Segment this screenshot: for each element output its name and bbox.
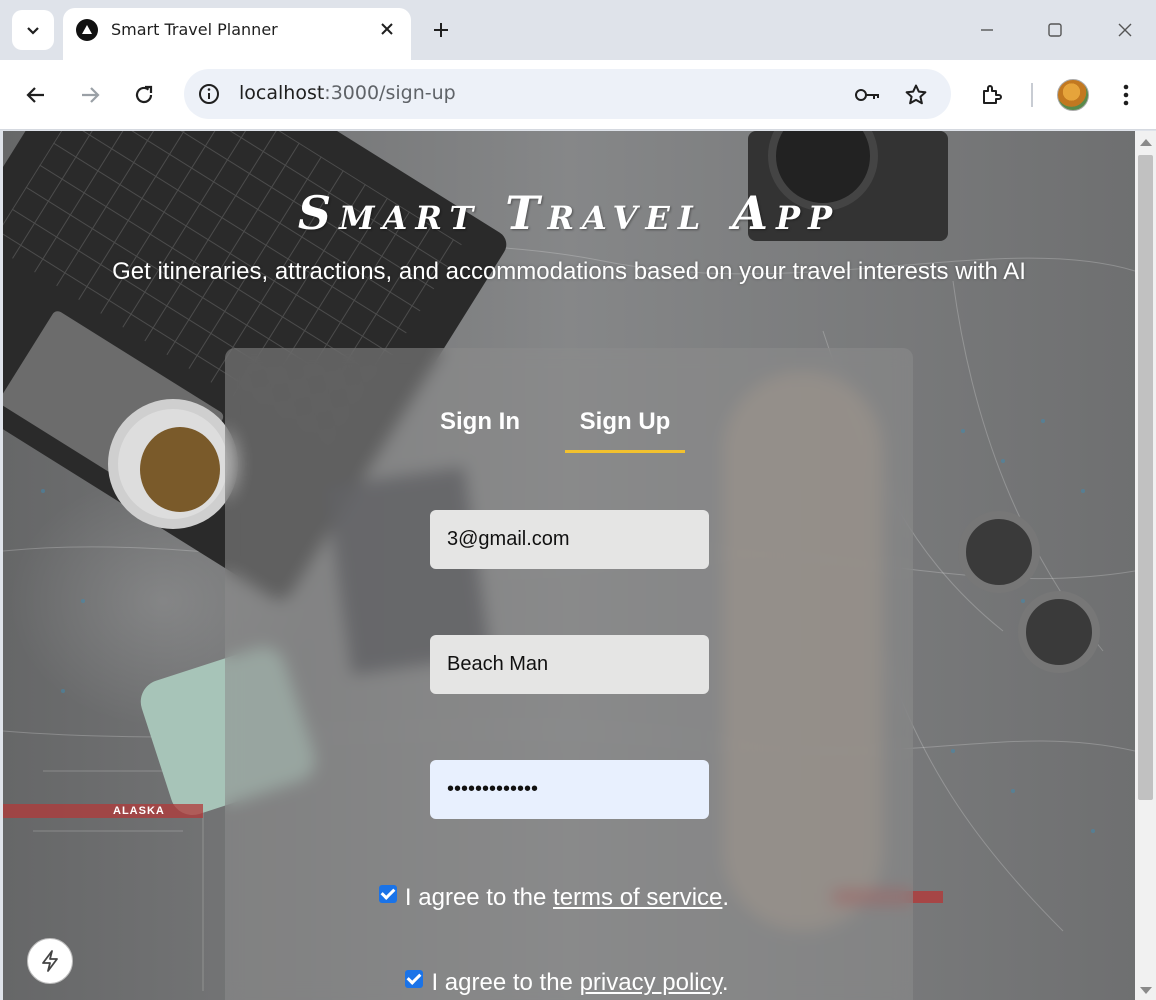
email-field[interactable]	[430, 510, 709, 569]
tab-title: Smart Travel Planner	[111, 20, 278, 39]
browser-toolbar: localhost:3000/sign-up	[0, 60, 1156, 130]
lightning-bolt-icon	[42, 950, 58, 972]
tab-search-button[interactable]	[12, 10, 54, 50]
address-bar[interactable]: localhost:3000/sign-up	[184, 69, 951, 119]
url-path: :3000/sign-up	[324, 82, 456, 104]
coffee-mug-image	[108, 399, 238, 529]
toolbar-divider	[1031, 83, 1033, 107]
reload-button[interactable]	[126, 77, 162, 113]
password-field[interactable]	[430, 760, 709, 819]
terms-prefix: I agree to the	[404, 884, 554, 911]
app-subtitle: Get itineraries, attractions, and accomm…	[112, 258, 1026, 285]
privacy-policy-link[interactable]: privacy policy	[580, 969, 722, 996]
terms-checkbox[interactable]	[378, 885, 397, 903]
close-window-button[interactable]	[1109, 14, 1141, 46]
profile-avatar[interactable]	[1057, 79, 1089, 111]
app-favicon-icon	[76, 19, 98, 41]
auth-card: Sign In Sign Up I agree to the terms of …	[225, 348, 913, 1000]
privacy-agreement: I agree to the privacy policy.	[223, 969, 911, 997]
tab-sign-in[interactable]: Sign In	[425, 403, 535, 453]
password-key-icon[interactable]	[854, 81, 882, 109]
sunglasses-left-lens-image	[958, 511, 1040, 593]
more-menu-icon[interactable]	[1108, 77, 1144, 113]
privacy-suffix: .	[721, 969, 729, 996]
terms-agreement: I agree to the terms of service.	[210, 884, 898, 912]
app-title: Smart Travel App	[297, 186, 841, 240]
terms-suffix: .	[722, 884, 730, 911]
close-tab-icon[interactable]	[375, 17, 399, 41]
maximize-icon	[1048, 23, 1062, 37]
reload-icon	[135, 85, 153, 104]
map-red-band	[3, 804, 203, 818]
plus-icon	[434, 23, 448, 37]
name-field[interactable]	[430, 635, 709, 694]
privacy-checkbox[interactable]	[405, 970, 424, 988]
arrow-left-icon	[26, 87, 44, 103]
map-label-alaska: ALASKA	[113, 805, 165, 817]
new-tab-button[interactable]	[425, 14, 457, 46]
tab-strip: Smart Travel Planner	[0, 0, 1156, 60]
close-icon	[1118, 23, 1132, 37]
back-button[interactable]	[18, 77, 54, 113]
tab-sign-up[interactable]: Sign Up	[565, 403, 685, 453]
scroll-up-arrow-icon[interactable]	[1140, 139, 1152, 146]
minimize-button[interactable]	[971, 14, 1003, 46]
forward-button[interactable]	[72, 77, 108, 113]
minimize-icon	[981, 29, 993, 31]
browser-tab[interactable]: Smart Travel Planner	[63, 8, 411, 60]
scroll-thumb[interactable]	[1138, 155, 1153, 800]
extensions-icon[interactable]	[974, 77, 1010, 113]
scroll-down-arrow-icon[interactable]	[1140, 987, 1152, 994]
site-info-icon[interactable]	[196, 81, 222, 107]
url-text[interactable]: localhost:3000/sign-up	[239, 82, 456, 104]
page-viewport: ALASKA Smart Travel App Get itineraries,…	[3, 131, 1135, 1000]
chevron-down-icon	[27, 27, 39, 35]
dev-tools-bolt-button[interactable]	[27, 938, 73, 984]
sunglasses-right-lens-image	[1018, 591, 1100, 673]
url-host: localhost	[239, 82, 325, 104]
auth-tabs: Sign In Sign Up	[225, 403, 913, 455]
privacy-prefix: I agree to the	[431, 969, 580, 996]
page-scrollbar[interactable]	[1135, 131, 1156, 1000]
terms-of-service-link[interactable]: terms of service	[553, 884, 722, 911]
bookmark-star-icon[interactable]	[902, 81, 930, 109]
arrow-right-icon	[82, 87, 100, 103]
coffee-image	[140, 427, 220, 512]
maximize-button[interactable]	[1039, 14, 1071, 46]
